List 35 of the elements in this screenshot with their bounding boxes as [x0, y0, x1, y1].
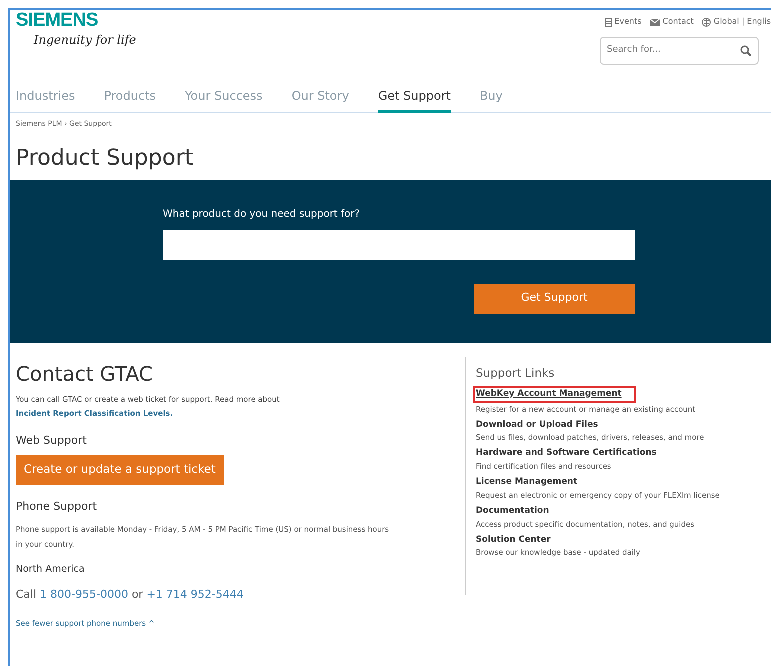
support-link[interactable]: WebKey Account Management	[473, 386, 636, 402]
support-link[interactable]: Hardware and Software Certifications	[476, 447, 657, 460]
search-icon[interactable]	[740, 45, 752, 57]
utility-link[interactable]: Contact	[650, 16, 694, 28]
phone-link[interactable]: +1 714 952-5444	[146, 588, 244, 601]
support-link[interactable]: Solution Center	[476, 534, 551, 546]
nav-tab[interactable]: Your Success	[185, 87, 263, 113]
envelope-icon	[650, 18, 660, 26]
support-link[interactable]: License Management	[476, 476, 578, 489]
support-ticket-button[interactable]: Create or update a support ticket	[16, 455, 224, 485]
phone-support-heading: Phone Support	[16, 499, 98, 515]
nav-tab[interactable]: Buy	[480, 87, 503, 113]
section-title: Contact GTAC	[16, 360, 154, 386]
support-link[interactable]: Download or Upload Files	[476, 418, 598, 432]
web-support-heading: Web Support	[16, 432, 88, 448]
phone-numbers-text: Call 1 800-955-0000 or +1 714 952-5444	[16, 586, 245, 603]
calendar-icon	[604, 18, 612, 26]
nav-tab[interactable]: Our Story	[292, 87, 350, 113]
logo-wordmark[interactable]: SIEMENS	[16, 11, 136, 31]
support-links-title: Support Links	[476, 364, 556, 382]
nav-tab[interactable]: Products	[104, 87, 156, 113]
nav-tab[interactable]: Industries	[16, 87, 76, 113]
nav-tab[interactable]: Get Support	[378, 87, 451, 113]
globe-icon	[702, 18, 711, 26]
get-support-button[interactable]: Get Support	[474, 284, 635, 314]
phone-link[interactable]: 1 800-955-0000	[40, 588, 128, 601]
search-field[interactable]: Search for...	[600, 37, 759, 65]
utility-link[interactable]: Global | Englis	[702, 16, 771, 28]
page-title: Product Support	[15, 144, 194, 172]
product-input-field[interactable]	[163, 230, 635, 260]
utility-link[interactable]: Events	[604, 16, 642, 28]
hero-label: What product do you need support for?	[163, 208, 362, 222]
support-link[interactable]: Documentation	[476, 504, 550, 518]
region-heading: North America	[16, 562, 86, 576]
logo-tagline: Ingenuity for life	[34, 32, 136, 49]
